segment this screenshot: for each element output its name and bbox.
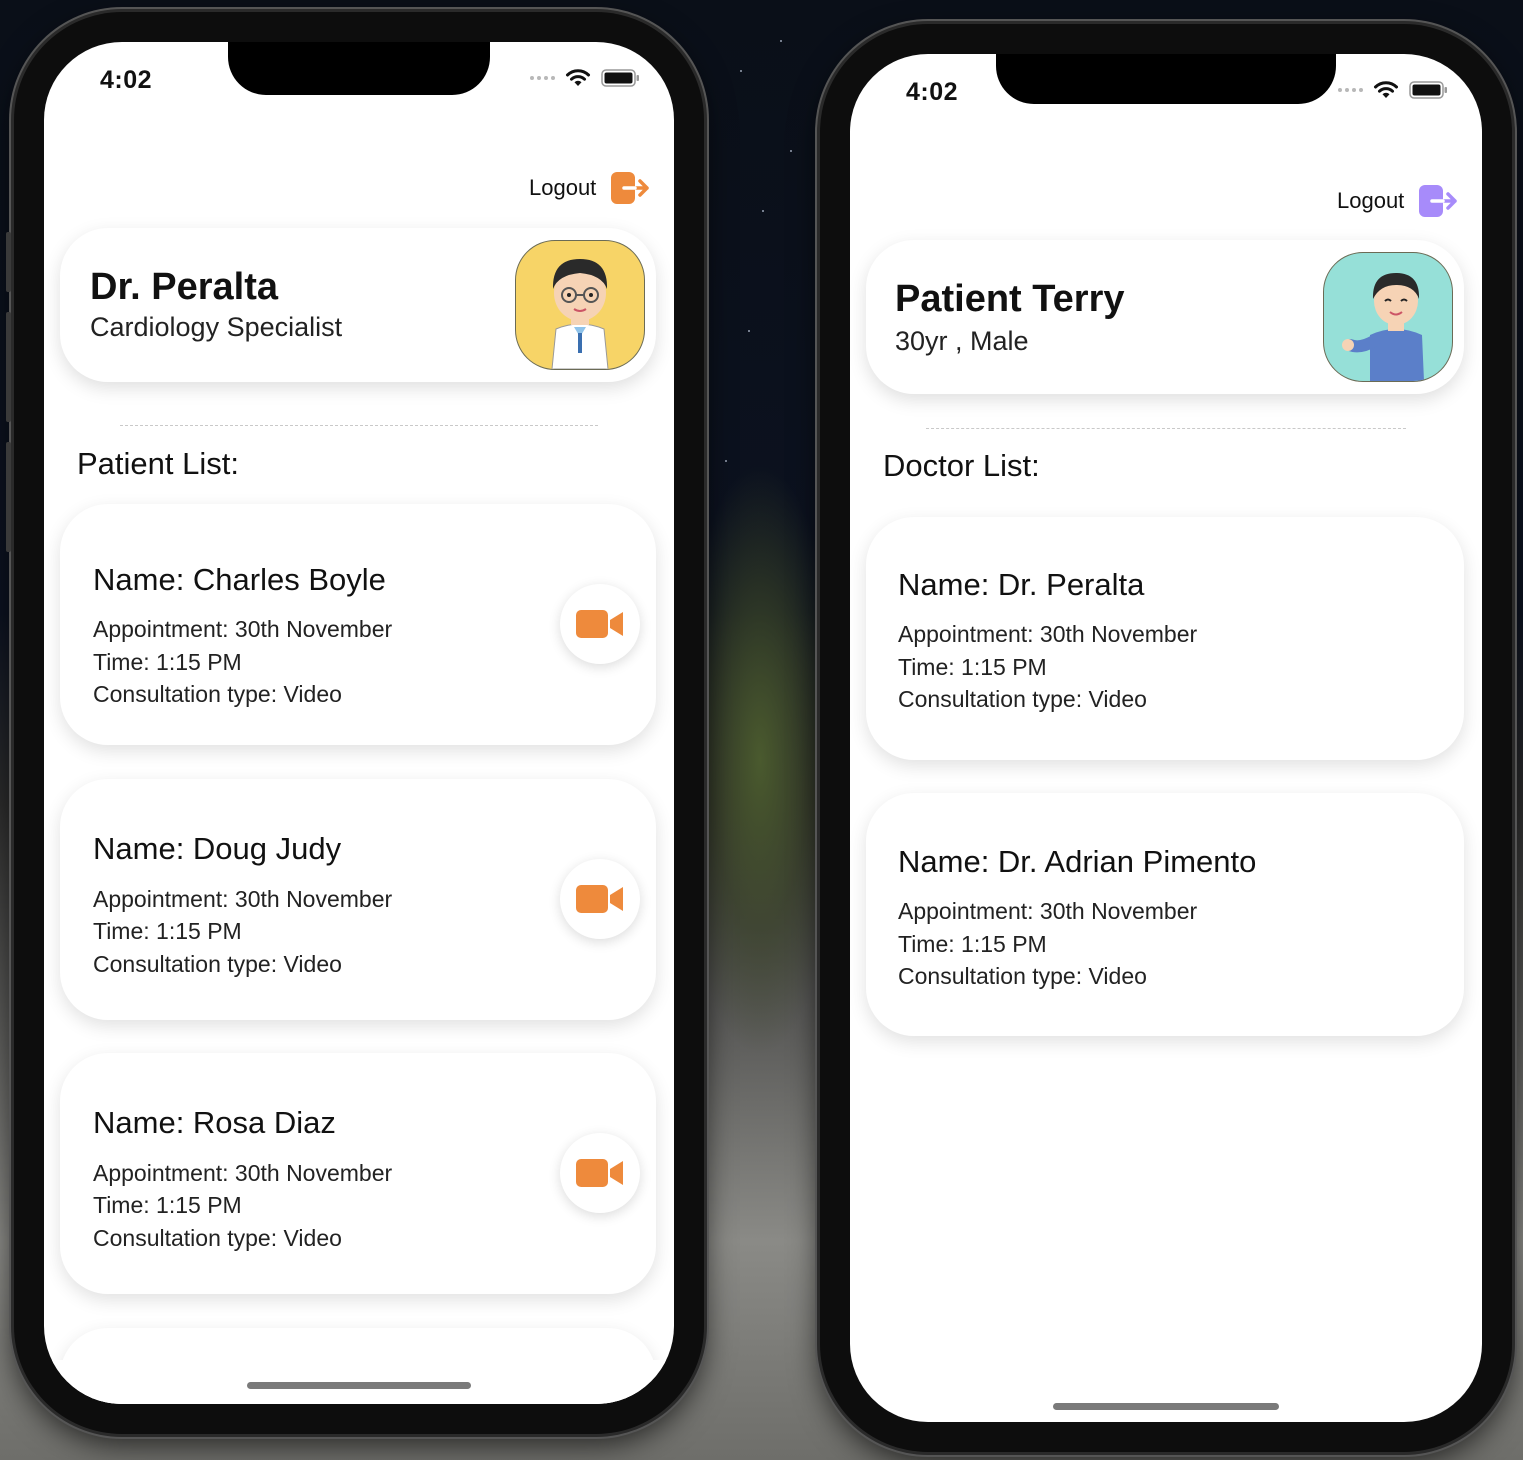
patient-profile-card: Patient Terry 30yr , Male <box>866 240 1464 394</box>
divider <box>926 428 1406 429</box>
cellular-signal-icon <box>1338 88 1363 92</box>
doctor-avatar-illustration <box>551 259 609 369</box>
patient-screen: 4:02 Logout Patient Terry 30yr , Male Do… <box>850 54 1482 1422</box>
appointment-time: Time: 1:15 PM <box>93 1192 242 1218</box>
notch <box>996 54 1336 104</box>
volume-button <box>6 442 11 552</box>
doctor-list-title: Doctor List: <box>883 448 1040 483</box>
video-call-button[interactable] <box>560 584 640 664</box>
video-camera-icon <box>576 1159 623 1187</box>
patient-name: Name: Charles Boyle <box>93 562 386 597</box>
consultation-type: Consultation type: Video <box>898 963 1147 989</box>
doctor-phone: 4:02 Logout Dr. Peralta Cardiology Speci… <box>6 12 704 1434</box>
logout-icon <box>611 172 650 204</box>
appointment-time: Time: 1:15 PM <box>93 918 242 944</box>
appointment-date: Appointment: 30th November <box>93 886 393 912</box>
battery-icon <box>1409 81 1447 99</box>
volume-button <box>6 312 11 422</box>
home-indicator[interactable] <box>247 1382 471 1389</box>
appointment-date: Appointment: 30th November <box>93 616 393 642</box>
status-icons <box>1338 80 1449 100</box>
video-camera-icon <box>576 610 623 638</box>
home-indicator[interactable] <box>1053 1403 1279 1410</box>
doctor-name: Name: Dr. Peralta <box>898 567 1145 602</box>
profile-name: Patient Terry <box>895 278 1125 320</box>
consultation-type: Consultation type: Video <box>898 686 1147 712</box>
patient-name: Name: Rosa Diaz <box>93 1105 336 1140</box>
profile-subtitle: Cardiology Specialist <box>90 312 343 342</box>
status-time: 4:02 <box>906 78 959 106</box>
appointment-time: Time: 1:15 PM <box>93 649 242 675</box>
patient-card[interactable]: Name: Doug Judy Appointment: 30th Novemb… <box>60 779 656 1020</box>
consultation-type: Consultation type: Video <box>93 681 342 707</box>
divider <box>120 425 598 426</box>
battery-icon <box>601 69 639 87</box>
logout-button[interactable]: Logout <box>1337 183 1460 219</box>
notch <box>228 42 490 95</box>
logout-label: Logout <box>1337 188 1405 213</box>
patient-name: Name: Doug Judy <box>93 831 342 866</box>
doctor-profile-card: Dr. Peralta Cardiology Specialist <box>60 228 656 382</box>
logout-button[interactable]: Logout <box>529 170 652 206</box>
appointment-time: Time: 1:15 PM <box>898 931 1047 957</box>
doctor-card[interactable]: Name: Dr. Peralta Appointment: 30th Nove… <box>866 517 1464 760</box>
profile-subtitle: 30yr , Male <box>895 326 1029 356</box>
appointment-time: Time: 1:15 PM <box>898 654 1047 680</box>
patient-avatar-illustration <box>1342 273 1424 381</box>
doctor-card[interactable]: Name: Dr. Adrian Pimento Appointment: 30… <box>866 793 1464 1036</box>
patient-phone: 4:02 Logout Patient Terry 30yr , Male Do… <box>820 24 1512 1452</box>
patient-avatar <box>1323 252 1453 382</box>
profile-name: Dr. Peralta <box>90 266 278 308</box>
status-time: 4:02 <box>100 66 153 94</box>
patient-list-title: Patient List: <box>77 446 239 481</box>
appointment-date: Appointment: 30th November <box>898 898 1198 924</box>
video-call-button[interactable] <box>560 859 640 939</box>
logout-label: Logout <box>529 175 597 200</box>
wifi-icon <box>566 69 590 86</box>
doctor-name: Name: Dr. Adrian Pimento <box>898 844 1257 879</box>
status-icons <box>530 68 641 88</box>
consultation-type: Consultation type: Video <box>93 951 342 977</box>
appointment-date: Appointment: 30th November <box>898 621 1198 647</box>
appointment-date: Appointment: 30th November <box>93 1160 393 1186</box>
doctor-avatar <box>515 240 645 370</box>
cellular-signal-icon <box>530 76 555 80</box>
video-camera-icon <box>576 885 623 913</box>
patient-card[interactable]: Name: Rosa Diaz Appointment: 30th Novemb… <box>60 1053 656 1294</box>
logout-icon <box>1419 185 1458 217</box>
consultation-type: Consultation type: Video <box>93 1225 342 1251</box>
doctor-screen: 4:02 Logout Dr. Peralta Cardiology Speci… <box>44 42 674 1404</box>
volume-button <box>6 232 11 292</box>
wifi-icon <box>1374 81 1398 98</box>
patient-card[interactable]: Name: Charles Boyle Appointment: 30th No… <box>60 504 656 745</box>
video-call-button[interactable] <box>560 1133 640 1213</box>
